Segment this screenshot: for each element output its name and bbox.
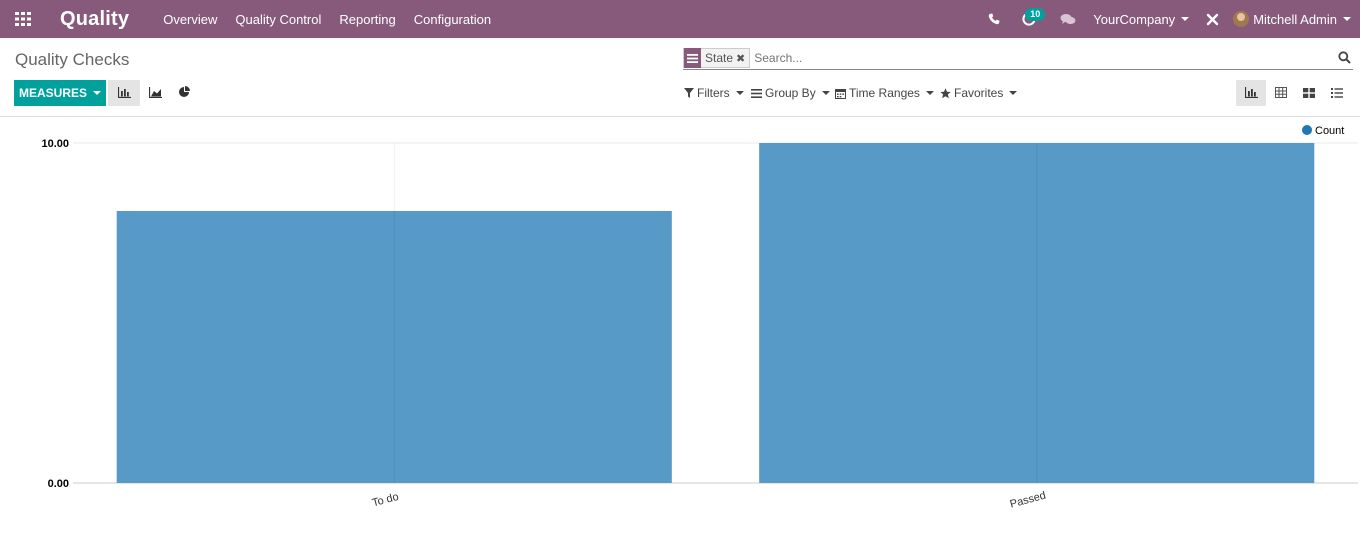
search-bar: State ✖ (683, 47, 1353, 70)
company-switcher[interactable]: YourCompany (1093, 12, 1175, 27)
menu-quality-control[interactable]: Quality Control (235, 12, 321, 27)
x-tick-label: To do (371, 491, 400, 510)
filters-label: Filters (697, 86, 730, 100)
x-tick-label: Passed (1009, 490, 1048, 511)
user-avatar[interactable] (1233, 11, 1250, 27)
favorites-label: Favorites (954, 86, 1004, 100)
app-brand[interactable]: Quality (60, 8, 129, 31)
kanban-view-button[interactable] (1294, 80, 1324, 106)
control-panel-divider (0, 116, 1360, 117)
graph-view-button[interactable] (1236, 80, 1266, 106)
menu-overview[interactable]: Overview (163, 12, 217, 27)
phone-icon[interactable] (981, 0, 1007, 38)
measures-caret-icon (93, 91, 101, 95)
line-chart-mode-button[interactable] (139, 80, 171, 106)
time-ranges-caret-icon (925, 91, 934, 95)
search-facet[interactable]: State ✖ (683, 48, 751, 68)
calendar-icon (835, 88, 846, 99)
group-by-label: Group By (765, 86, 816, 100)
bar-chart-mode-button[interactable] (108, 80, 140, 106)
debug-tools-icon[interactable] (1203, 0, 1221, 38)
menu-reporting[interactable]: Reporting (339, 12, 395, 27)
filters-dropdown[interactable]: Filters (684, 86, 744, 100)
pie-chart-icon (178, 85, 190, 101)
menu-configuration[interactable]: Configuration (414, 12, 491, 27)
group-by-caret-icon (821, 91, 830, 95)
graph-view-icon (1244, 86, 1258, 101)
y-tick-label: 0.00 (48, 478, 69, 490)
area-chart-icon (148, 86, 162, 101)
list-icon (1331, 86, 1343, 101)
search-facet-label: State (705, 51, 734, 65)
time-ranges-label: Time Ranges (849, 86, 920, 100)
page-title: Quality Checks (15, 50, 130, 69)
top-navbar: Quality Overview Quality Control Reporti… (0, 0, 1360, 38)
y-tick-label: 10.00 (41, 138, 69, 150)
chat-icon[interactable] (1055, 0, 1081, 38)
bar-chart-icon (117, 86, 131, 101)
list-view-button[interactable] (1322, 80, 1352, 106)
group-by-facet-icon (684, 48, 701, 68)
search-icon[interactable] (1338, 51, 1351, 67)
legend-marker (1302, 125, 1312, 135)
activity-icon[interactable]: 10 (1013, 0, 1046, 38)
kanban-icon (1303, 86, 1315, 101)
legend-label: Count (1315, 125, 1344, 137)
pivot-view-button[interactable] (1266, 80, 1296, 106)
group-by-dropdown[interactable]: Group By (751, 86, 830, 100)
facet-remove-icon[interactable]: ✖ (736, 52, 749, 65)
pie-chart-mode-button[interactable] (168, 80, 200, 106)
measures-button[interactable]: MEASURES (14, 80, 106, 106)
activity-count-badge: 10 (1025, 8, 1046, 21)
search-input[interactable] (754, 51, 1315, 65)
filters-caret-icon (735, 91, 744, 95)
filter-icon (684, 88, 694, 98)
star-icon (940, 87, 951, 98)
bar-chart: 0.00 10.00 To do Passed Count (41, 125, 1358, 511)
navbar-systray: 10 YourCompany Mitchell Admin (981, 0, 1360, 38)
company-caret-icon (1181, 17, 1190, 21)
app-switcher-icon[interactable] (0, 0, 46, 38)
group-by-icon (751, 88, 762, 98)
time-ranges-dropdown[interactable]: Time Ranges (835, 86, 934, 100)
favorites-caret-icon (1009, 91, 1018, 95)
user-caret-icon (1343, 17, 1351, 21)
measures-label: MEASURES (18, 86, 87, 100)
pivot-table-icon (1275, 86, 1287, 101)
favorites-dropdown[interactable]: Favorites (940, 86, 1018, 100)
user-menu[interactable]: Mitchell Admin (1253, 12, 1337, 27)
